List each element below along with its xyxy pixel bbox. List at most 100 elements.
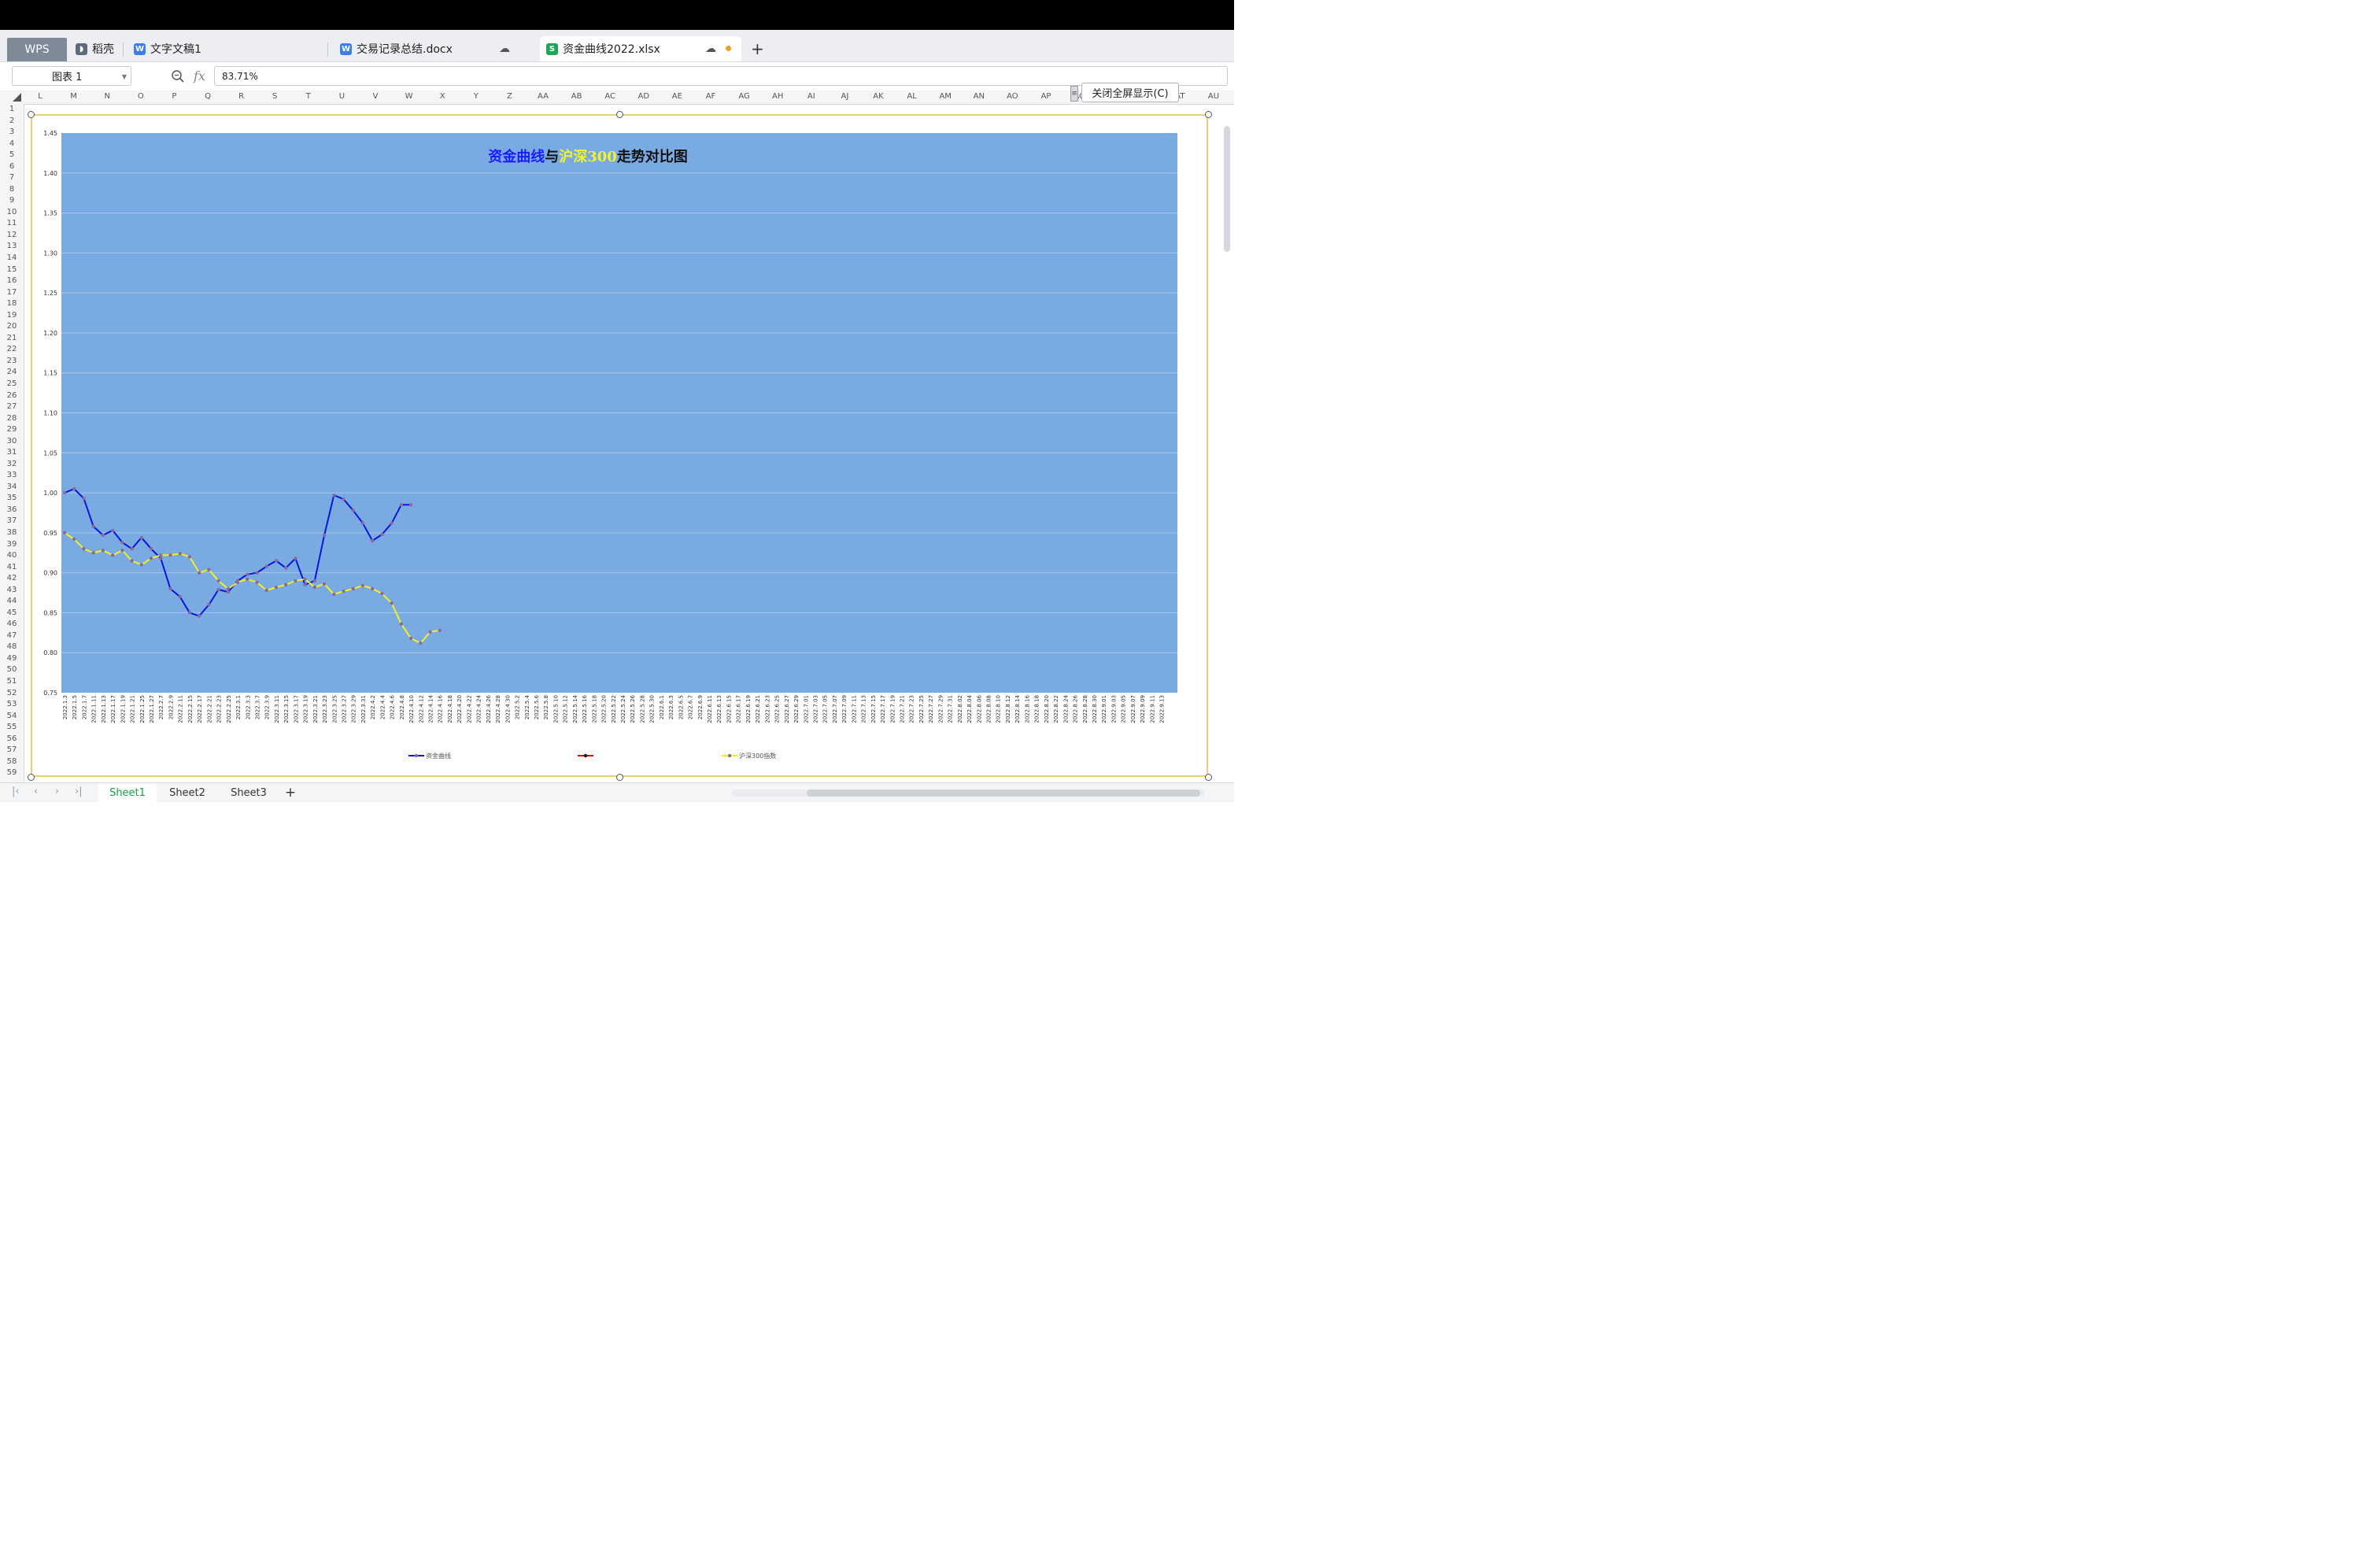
- data-point[interactable]: [226, 590, 231, 594]
- sheet-tab-2[interactable]: Sheet2: [157, 783, 217, 802]
- tab-doc1[interactable]: W 文字文稿1: [134, 36, 201, 61]
- vertical-scrollbar[interactable]: [1224, 126, 1230, 252]
- column-header-cell[interactable]: AA: [527, 92, 559, 101]
- row-header-cell[interactable]: 30: [0, 437, 24, 446]
- scroll-thumb[interactable]: [807, 790, 1200, 797]
- sheet-tab-1[interactable]: Sheet1: [98, 783, 157, 802]
- column-header-cell[interactable]: Q: [192, 92, 224, 101]
- row-header-cell[interactable]: 35: [0, 494, 24, 502]
- column-header-cell[interactable]: AG: [729, 92, 760, 101]
- data-point[interactable]: [303, 583, 307, 587]
- row-header-cell[interactable]: 8: [0, 185, 24, 194]
- data-point[interactable]: [130, 546, 134, 551]
- resize-handle[interactable]: [616, 111, 623, 118]
- row-header-cell[interactable]: 16: [0, 276, 24, 285]
- data-point[interactable]: [264, 564, 268, 568]
- row-header-cell[interactable]: 9: [0, 196, 24, 205]
- data-point[interactable]: [332, 592, 336, 597]
- row-header-cell[interactable]: 58: [0, 757, 24, 766]
- column-header-cell[interactable]: AP: [1030, 92, 1062, 101]
- row-header-cell[interactable]: 49: [0, 654, 24, 663]
- row-header-cell[interactable]: 5: [0, 150, 24, 159]
- data-point[interactable]: [332, 493, 336, 497]
- tab-doc2[interactable]: W 交易记录总结.docx ☁: [340, 36, 537, 61]
- row-header-cell[interactable]: 28: [0, 414, 24, 423]
- data-point[interactable]: [360, 583, 365, 588]
- data-point[interactable]: [187, 611, 192, 615]
- resize-handle[interactable]: [1205, 774, 1212, 781]
- data-point[interactable]: [187, 555, 192, 559]
- data-point[interactable]: [101, 549, 105, 553]
- column-header-cell[interactable]: AB: [561, 92, 593, 101]
- data-point[interactable]: [235, 580, 240, 585]
- data-point[interactable]: [312, 579, 317, 583]
- row-header-cell[interactable]: 56: [0, 734, 24, 743]
- column-header-cell[interactable]: AE: [661, 92, 693, 101]
- data-point[interactable]: [255, 580, 259, 585]
- data-point[interactable]: [216, 587, 220, 592]
- chart[interactable]: 1.45 1.40 1.35 1.30 1.25 1.20 1.15 1.10 1.05 1.00…: [31, 114, 1208, 777]
- sheet-tab-3[interactable]: Sheet3: [219, 783, 279, 802]
- column-header-cell[interactable]: M: [58, 92, 90, 101]
- row-header-cell[interactable]: 21: [0, 334, 24, 342]
- data-point[interactable]: [342, 589, 346, 594]
- data-point[interactable]: [264, 588, 268, 593]
- data-point[interactable]: [274, 585, 279, 590]
- column-header-cell[interactable]: N: [91, 92, 123, 101]
- close-fullscreen-button[interactable]: 关闭全屏显示(C): [1081, 83, 1179, 102]
- data-point[interactable]: [390, 601, 394, 605]
- data-point[interactable]: [390, 521, 394, 525]
- data-point[interactable]: [370, 538, 375, 543]
- data-point[interactable]: [408, 503, 413, 507]
- data-point[interactable]: [408, 636, 413, 641]
- data-point[interactable]: [82, 546, 86, 551]
- data-point[interactable]: [351, 509, 355, 512]
- column-header-cell[interactable]: R: [226, 92, 257, 101]
- row-header-cell[interactable]: 43: [0, 586, 24, 594]
- data-point[interactable]: [399, 503, 404, 507]
- zoom-icon[interactable]: [171, 69, 185, 83]
- data-point[interactable]: [149, 546, 153, 551]
- column-header-cell[interactable]: S: [259, 92, 290, 101]
- row-header-cell[interactable]: 20: [0, 322, 24, 331]
- data-point[interactable]: [322, 533, 327, 538]
- row-header-cell[interactable]: 53: [0, 700, 24, 708]
- row-header-cell[interactable]: 25: [0, 379, 24, 388]
- column-header-cell[interactable]: X: [427, 92, 458, 101]
- row-header-cell[interactable]: 13: [0, 242, 24, 250]
- data-point[interactable]: [419, 641, 423, 645]
- row-header-cell[interactable]: 15: [0, 265, 24, 274]
- data-point[interactable]: [159, 557, 163, 560]
- data-point[interactable]: [110, 528, 115, 533]
- tab-daoke[interactable]: ◗ 稻壳: [76, 36, 114, 61]
- row-header-cell[interactable]: 32: [0, 460, 24, 468]
- horizontal-scrollbar[interactable]: [732, 790, 1204, 797]
- column-header-cell[interactable]: Z: [493, 92, 525, 101]
- data-point[interactable]: [294, 557, 298, 560]
- resize-handle[interactable]: [616, 774, 623, 781]
- data-point[interactable]: [380, 591, 384, 596]
- data-point[interactable]: [178, 552, 182, 556]
- new-tab-button[interactable]: +: [751, 36, 764, 61]
- data-point[interactable]: [120, 549, 124, 553]
- data-point[interactable]: [197, 614, 201, 618]
- row-header-cell[interactable]: 54: [0, 712, 24, 720]
- cloud-icon[interactable]: ☁: [705, 43, 716, 55]
- column-header-cell[interactable]: AK: [863, 92, 894, 101]
- row-header-cell[interactable]: 37: [0, 516, 24, 525]
- row-header-cell[interactable]: 12: [0, 231, 24, 239]
- data-point[interactable]: [351, 586, 355, 591]
- data-point[interactable]: [120, 540, 124, 545]
- data-point[interactable]: [312, 585, 317, 590]
- data-point[interactable]: [246, 577, 249, 581]
- column-header-cell[interactable]: T: [293, 92, 324, 101]
- add-sheet-button[interactable]: +: [282, 783, 299, 802]
- select-all-icon[interactable]: [13, 93, 21, 102]
- data-point[interactable]: [303, 577, 307, 581]
- data-point[interactable]: [62, 490, 67, 495]
- row-header-cell[interactable]: 17: [0, 288, 24, 297]
- cloud-icon[interactable]: ☁: [499, 43, 510, 55]
- data-point[interactable]: [216, 579, 220, 583]
- resize-handle[interactable]: [1205, 111, 1212, 118]
- row-header-cell[interactable]: 23: [0, 357, 24, 365]
